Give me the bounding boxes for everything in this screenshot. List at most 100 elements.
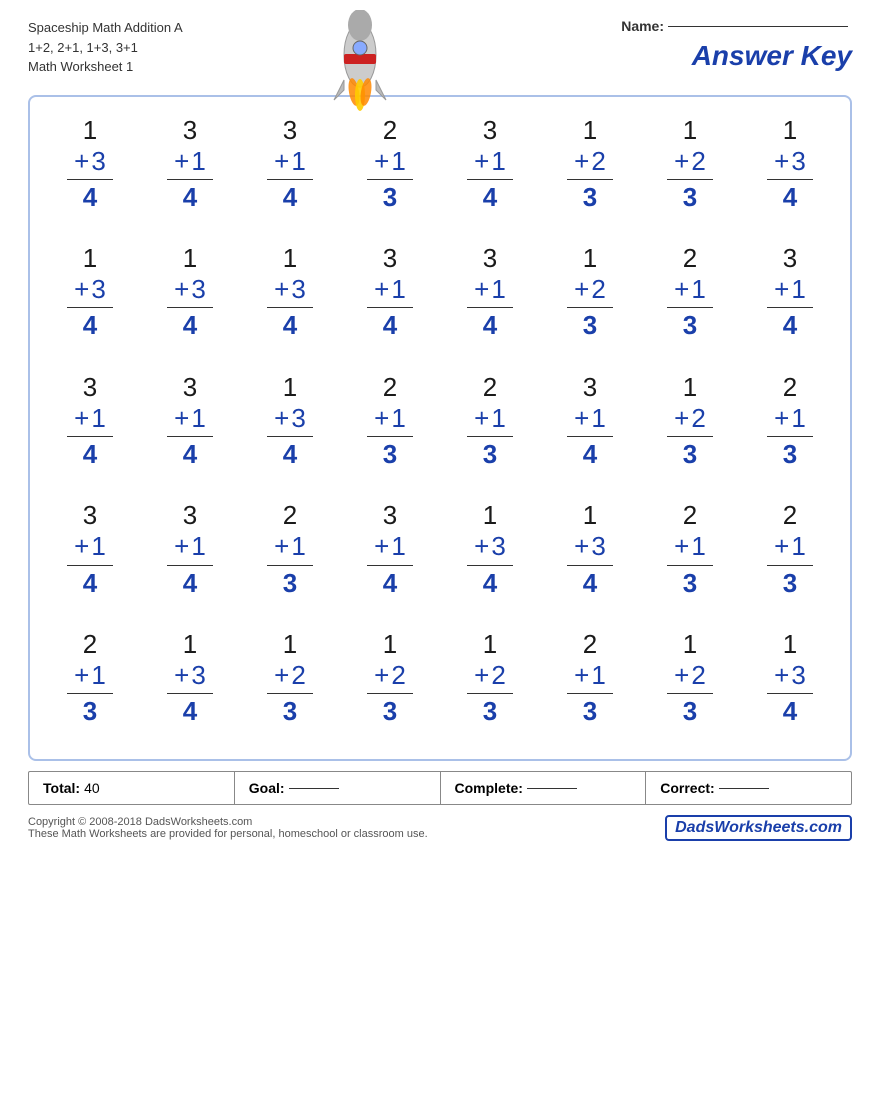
dads-logo: DadsWorksheets.com <box>665 815 852 841</box>
num-top: 1 <box>283 243 297 274</box>
answer-line <box>367 565 413 566</box>
num-top: 1 <box>483 629 497 660</box>
problem-4-6: 1+34 <box>540 492 640 603</box>
answer-line <box>767 436 813 437</box>
answer: 3 <box>583 696 597 727</box>
problem-1-5: 3+14 <box>440 107 540 218</box>
problem-2-7: 2+13 <box>640 235 740 346</box>
answer-line <box>167 179 213 180</box>
num-top: 3 <box>283 115 297 146</box>
answer-line <box>767 179 813 180</box>
num-addend: +2 <box>374 660 406 691</box>
answer: 4 <box>283 310 297 341</box>
num-addend: +2 <box>274 660 306 691</box>
answer-line <box>667 179 713 180</box>
problem-3-7: 1+23 <box>640 364 740 475</box>
answer: 3 <box>583 310 597 341</box>
num-addend: +2 <box>674 403 706 434</box>
num-top: 1 <box>783 115 797 146</box>
problem-1-1: 1+34 <box>40 107 140 218</box>
num-addend: +1 <box>174 146 206 177</box>
num-addend: +3 <box>574 531 606 562</box>
answer-line <box>667 307 713 308</box>
problem-5-8: 1+3 4 <box>740 621 840 732</box>
num-addend: +1 <box>374 274 406 305</box>
answer-line <box>667 565 713 566</box>
answer-line <box>267 693 313 694</box>
goal-label: Goal: <box>249 780 285 796</box>
problem-5-1: 2+13 <box>40 621 140 732</box>
header: Spaceship Math Addition A 1+2, 2+1, 1+3,… <box>0 0 880 87</box>
num-top: 2 <box>783 500 797 531</box>
num-top: 1 <box>583 115 597 146</box>
problem-1-8: 1+34 <box>740 107 840 218</box>
num-top: 1 <box>783 629 797 660</box>
problem-4-8: 2+13 <box>740 492 840 603</box>
title-line3: Math Worksheet 1 <box>28 57 183 77</box>
answer: 3 <box>483 696 497 727</box>
answer: 4 <box>183 439 197 470</box>
answer-line <box>267 179 313 180</box>
problem-3-3: 1+34 <box>240 364 340 475</box>
answer-line <box>467 565 513 566</box>
problem-row-3: 3+143+141+342+132+133+141+232+13 <box>40 364 840 475</box>
problem-3-5: 2+13 <box>440 364 540 475</box>
num-top: 1 <box>383 629 397 660</box>
answer: 3 <box>783 568 797 599</box>
answer-line <box>567 307 613 308</box>
answer-line <box>267 307 313 308</box>
num-top: 1 <box>183 243 197 274</box>
answer-line <box>67 179 113 180</box>
num-top: 2 <box>783 372 797 403</box>
num-addend: +1 <box>574 660 606 691</box>
copyright-line2: These Math Worksheets are provided for p… <box>28 828 428 840</box>
name-label: Name: <box>621 18 664 34</box>
num-addend: +3 <box>74 146 106 177</box>
answer: 4 <box>183 182 197 213</box>
title-line2: 1+2, 2+1, 1+3, 3+1 <box>28 38 183 58</box>
copyright-line1: Copyright © 2008-2018 DadsWorksheets.com <box>28 816 428 828</box>
header-right: Name: Answer Key <box>621 18 852 72</box>
num-top: 2 <box>83 629 97 660</box>
answer: 3 <box>483 439 497 470</box>
problem-2-1: 1+34 <box>40 235 140 346</box>
problem-3-4: 2+13 <box>340 364 440 475</box>
header-left: Spaceship Math Addition A 1+2, 2+1, 1+3,… <box>28 18 183 77</box>
num-addend: +1 <box>674 531 706 562</box>
num-top: 3 <box>83 372 97 403</box>
num-addend: +1 <box>274 531 306 562</box>
answer-line <box>67 565 113 566</box>
complete-label: Complete: <box>455 780 523 796</box>
problem-1-4: 2+13 <box>340 107 440 218</box>
answer: 4 <box>83 439 97 470</box>
correct-blank <box>719 788 769 789</box>
num-addend: +3 <box>774 660 806 691</box>
problem-3-8: 2+13 <box>740 364 840 475</box>
answer: 3 <box>783 439 797 470</box>
num-top: 3 <box>483 243 497 274</box>
footer-complete: Complete: <box>441 772 647 804</box>
num-top: 3 <box>383 243 397 274</box>
num-top: 1 <box>583 500 597 531</box>
problem-5-5: 1+23 <box>440 621 540 732</box>
num-top: 1 <box>683 115 697 146</box>
footer-goal: Goal: <box>235 772 441 804</box>
answer: 3 <box>583 182 597 213</box>
num-addend: +1 <box>374 403 406 434</box>
answer-line <box>67 693 113 694</box>
num-addend: +1 <box>474 403 506 434</box>
num-top: 3 <box>183 372 197 403</box>
answer-line <box>467 307 513 308</box>
answer-key-label: Answer Key <box>692 40 852 72</box>
total-label: Total: <box>43 780 80 796</box>
answer-line <box>467 179 513 180</box>
num-addend: +1 <box>174 531 206 562</box>
answer: 4 <box>183 696 197 727</box>
num-addend: +1 <box>274 146 306 177</box>
num-top: 1 <box>183 629 197 660</box>
answer: 3 <box>83 696 97 727</box>
answer: 4 <box>783 696 797 727</box>
answer-line <box>167 436 213 437</box>
problem-2-5: 3+14 <box>440 235 540 346</box>
num-addend: +2 <box>574 146 606 177</box>
